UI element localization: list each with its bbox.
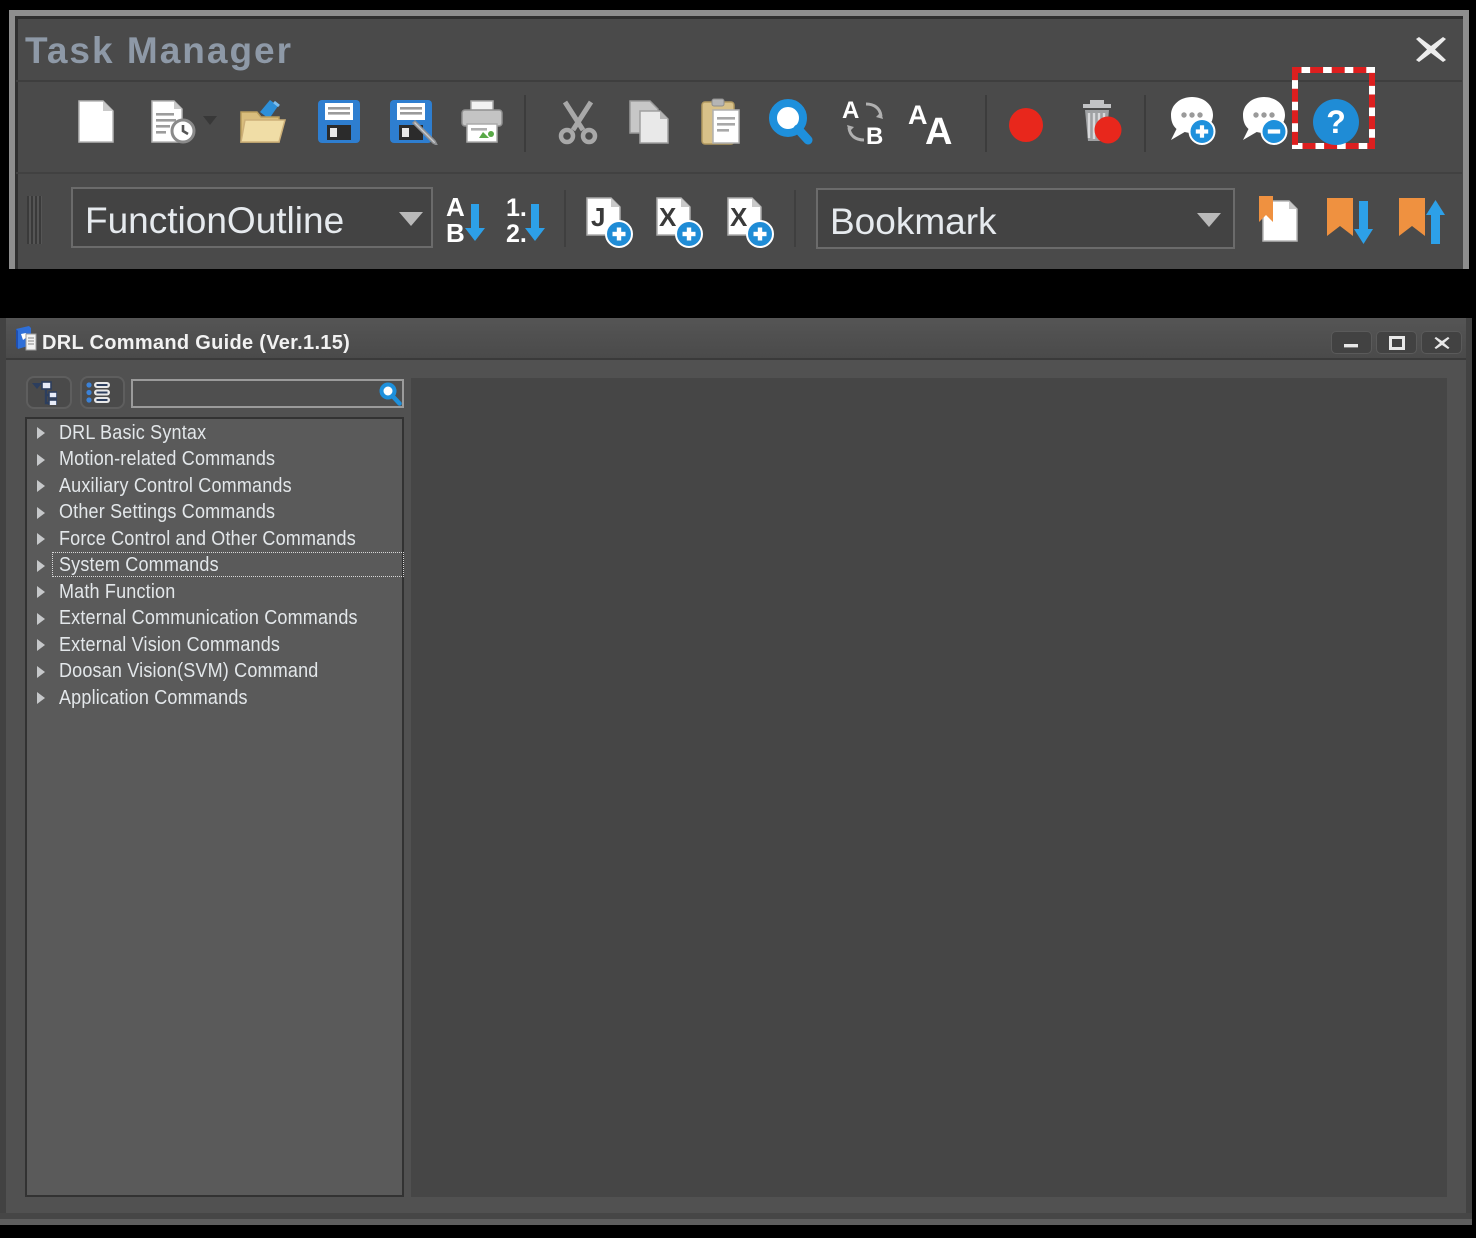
- svg-text:J: J: [591, 202, 605, 232]
- svg-text:B: B: [446, 218, 465, 248]
- svg-text:1.: 1.: [506, 194, 527, 222]
- svg-text:A: A: [925, 111, 952, 146]
- svg-text:2.: 2.: [506, 220, 527, 248]
- svg-text:X: X: [659, 202, 677, 232]
- svg-text:A: A: [842, 98, 859, 124]
- svg-text:X: X: [730, 202, 748, 232]
- svg-text:B: B: [866, 123, 883, 146]
